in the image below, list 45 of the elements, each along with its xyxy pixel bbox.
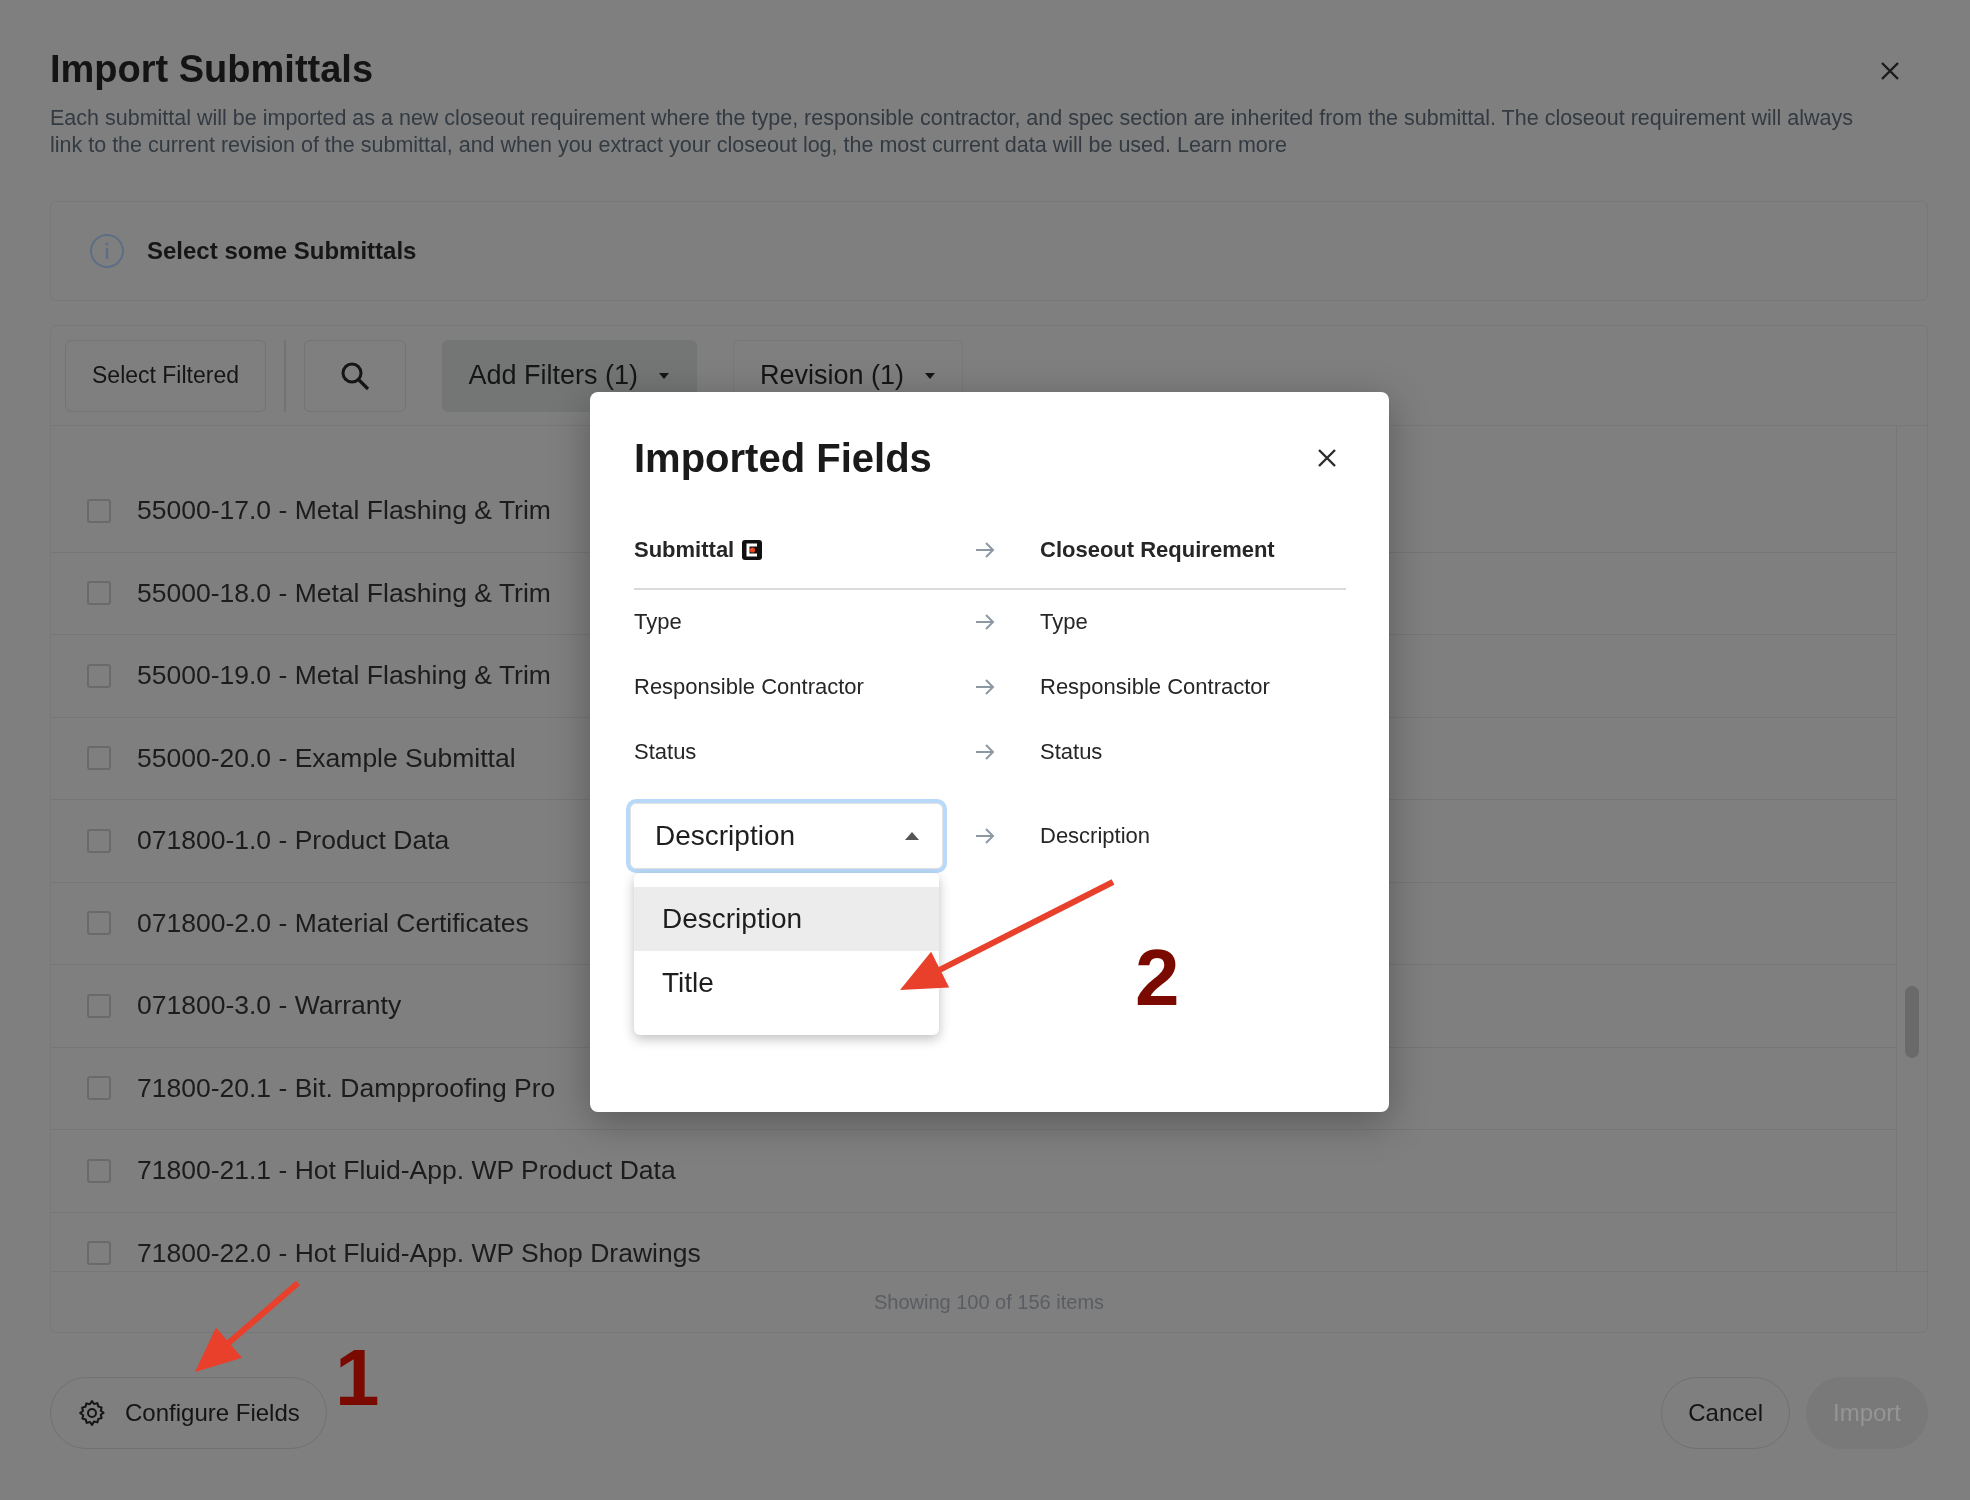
dialog-title: Import Submittals (50, 48, 374, 91)
arrow-icon (974, 612, 996, 632)
submittal-name: 71800-22.0 - Hot Fluid-App. WP Shop Drawings (137, 1237, 701, 1269)
submittal-name: 71800-20.1 - Bit. Dampproofing Pro (137, 1072, 556, 1104)
caret-icon (924, 371, 937, 380)
configure-fields-button[interactable]: Configure Fields (50, 1377, 327, 1449)
submittal-name: 71800-21.1 - Hot Fluid-App. WP Product Data (137, 1155, 676, 1187)
submittal-name: 55000-20.0 - Example Submittal (137, 742, 516, 774)
source-field: Status (634, 739, 974, 765)
target-field: Responsible Contractor (1040, 674, 1345, 700)
submittal-name: 071800-3.0 - Warranty (137, 990, 402, 1022)
dropdown-option[interactable]: Description (634, 886, 939, 951)
target-field: Status (1040, 739, 1345, 765)
caret-icon (658, 371, 671, 380)
select-filtered-button[interactable]: Select Filtered (65, 339, 266, 412)
caret-icon (904, 830, 920, 841)
cancel-button[interactable]: Cancel (1661, 1377, 1790, 1449)
modal-title: Imported Fields (634, 435, 932, 481)
source-field: Responsible Contractor (634, 674, 974, 700)
submittal-name: 071800-2.0 - Material Certificates (137, 907, 529, 939)
notice-text: Select some Submittals (147, 237, 417, 265)
search-button[interactable] (303, 339, 406, 412)
filter-dropdown[interactable]: Add Filters (1) (441, 339, 698, 412)
target-field: Type (1040, 609, 1345, 635)
submittal-name: 55000-19.0 - Metal Flashing & Trim (137, 660, 551, 692)
close-icon[interactable] (1317, 448, 1337, 468)
arrow-icon (974, 677, 996, 697)
annotation-number: 1 (335, 1333, 380, 1422)
source-field: Type (634, 609, 974, 635)
source-header: Submittal (634, 537, 735, 563)
learn-more-link[interactable]: Learn more (1176, 133, 1287, 157)
dialog-description: Each submittal will be imported as a new closeout requirement where the type, responsible contractor, and spec section are inherited from the submittal. The closeout requirement will always link to the current revision of the submittal, and when you extract your closeout log, the most current data will be used. Learn more (50, 105, 1854, 159)
arrow-icon (974, 540, 996, 560)
info-icon (89, 233, 125, 269)
logo-icon (742, 540, 763, 560)
arrow-icon (974, 742, 996, 762)
settings-icon (77, 1398, 107, 1428)
annotation-number: 2 (1135, 933, 1180, 1022)
submittal-name: 071800-1.0 - Product Data (137, 825, 450, 857)
submittal-name: 55000-18.0 - Metal Flashing & Trim (137, 577, 551, 609)
arrow-icon (974, 825, 996, 846)
dropdown-option[interactable]: Title (634, 950, 939, 1015)
submittal-name: 55000-17.0 - Metal Flashing & Trim (137, 495, 551, 527)
target-field: Description (1040, 822, 1345, 849)
target-header: Closeout Requirement (1040, 537, 1276, 563)
